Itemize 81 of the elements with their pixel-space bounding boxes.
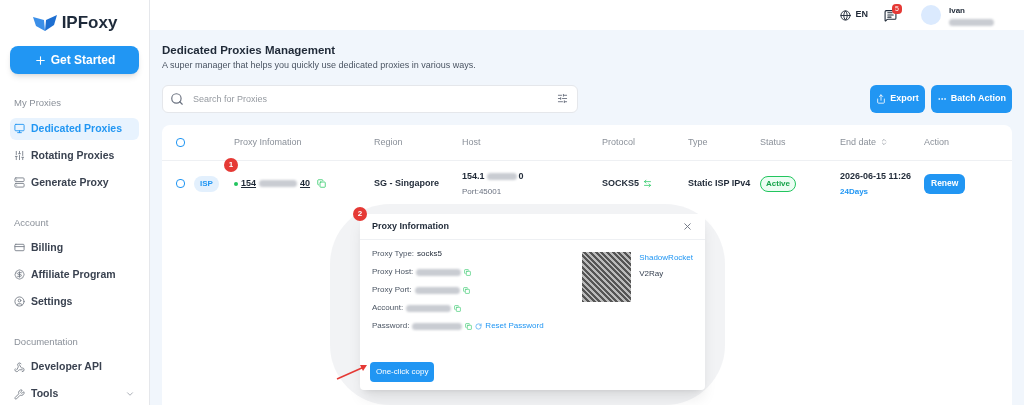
column-header: Protocol xyxy=(602,135,637,149)
sidebar-item[interactable]: Settings xyxy=(10,290,139,313)
host-start: 154.1 xyxy=(462,169,485,183)
copy-icon[interactable] xyxy=(464,268,472,276)
refresh-icon xyxy=(475,322,483,330)
host-end: 0 xyxy=(518,169,524,183)
field-label: Proxy Type: xyxy=(372,248,415,260)
copy-icon[interactable] xyxy=(454,304,462,312)
blurred-value xyxy=(406,304,452,312)
blurred-value xyxy=(416,268,462,276)
logo-icon xyxy=(31,13,58,32)
sidebar-item[interactable]: Rotating Proxies xyxy=(10,144,139,167)
section-title: Documentation xyxy=(13,334,79,349)
select-all-checkbox[interactable] xyxy=(176,137,185,147)
sidebar-item[interactable]: Developer API xyxy=(10,356,139,378)
field-label: Account: xyxy=(372,302,404,314)
field-value: socks5 xyxy=(417,248,442,260)
sidebar-item[interactable]: Billing xyxy=(10,236,139,259)
column-header: Action xyxy=(924,135,950,149)
pointer-arrow xyxy=(336,362,368,380)
column-header: Type xyxy=(688,135,709,149)
page-subtitle: A super manager that helps you quickly use dedicated proxies in various ways. xyxy=(162,59,477,73)
globe-icon xyxy=(840,9,852,21)
copy-icon[interactable] xyxy=(462,286,470,294)
copy-icon[interactable] xyxy=(317,179,327,189)
proxy-ip-end[interactable]: 40 xyxy=(300,177,311,191)
api-icon xyxy=(14,361,25,373)
dialog-title: Proxy Information xyxy=(372,219,449,233)
switch-icon[interactable] xyxy=(643,179,652,189)
port-text: Port:45001 xyxy=(462,186,503,198)
sidebar-item[interactable]: Generate Proxy xyxy=(10,171,139,194)
region-cell-text: SG - Singapore xyxy=(374,177,440,190)
column-header: Proxy Infomation xyxy=(234,135,303,149)
user-icon xyxy=(14,296,25,308)
logo-text: IPFoxy xyxy=(61,12,118,35)
sidebar-item[interactable]: Affiliate Program xyxy=(10,263,139,286)
sliders-icon xyxy=(14,150,25,161)
end-date-cell-text: 2026-06-15 11:26 xyxy=(840,169,913,183)
chevron-down-icon xyxy=(125,389,135,399)
plus-icon xyxy=(33,53,47,67)
monitor-icon xyxy=(14,123,25,134)
blurred-value xyxy=(412,322,463,330)
field-label: Proxy Port: xyxy=(372,284,412,296)
section-title: My Proxies xyxy=(13,96,62,111)
row-checkbox[interactable] xyxy=(176,179,185,189)
blurred-value xyxy=(486,172,517,180)
blurred-value xyxy=(414,286,460,294)
days-left: 24Days xyxy=(840,186,870,198)
avatar xyxy=(921,5,941,25)
column-header: Host xyxy=(462,135,482,149)
isp-tag: ISP xyxy=(194,175,219,192)
user-name: Ivan xyxy=(949,4,966,17)
column-header[interactable]: End date xyxy=(840,135,924,149)
column-header: Status xyxy=(760,135,787,149)
server-icon xyxy=(14,177,25,188)
column-header: Region xyxy=(374,135,404,149)
sort-icon xyxy=(880,138,889,147)
language-selector[interactable]: EN xyxy=(840,8,868,22)
search-icon xyxy=(170,91,184,106)
field-label: Proxy Host: xyxy=(372,266,414,278)
filter-icon[interactable] xyxy=(557,92,568,104)
status-badge: Active xyxy=(760,175,796,192)
copy-icon[interactable] xyxy=(465,322,473,330)
protocol-cell-text: SOCKS5 xyxy=(602,177,639,190)
tools-icon xyxy=(14,388,25,400)
card-icon xyxy=(14,242,25,254)
blurred-value xyxy=(259,180,298,188)
sidebar-item[interactable]: Tools xyxy=(10,383,139,405)
messages-icon[interactable] xyxy=(884,8,897,22)
field-label: Password: xyxy=(372,320,410,332)
type-cell-text: Static ISP IPv4 xyxy=(688,177,752,190)
dollar-icon xyxy=(14,269,25,281)
close-icon[interactable] xyxy=(682,221,693,232)
blurred-value xyxy=(949,18,994,26)
proxy-ip-start[interactable]: 154 xyxy=(241,177,257,191)
page-title: Dedicated Proxies Management xyxy=(162,43,337,58)
app-link[interactable]: V2Ray xyxy=(639,268,693,280)
export-icon xyxy=(876,93,887,104)
section-title: Account xyxy=(13,215,50,230)
qr-code xyxy=(581,252,632,302)
search-field[interactable]: Search for Proxies xyxy=(162,84,578,113)
